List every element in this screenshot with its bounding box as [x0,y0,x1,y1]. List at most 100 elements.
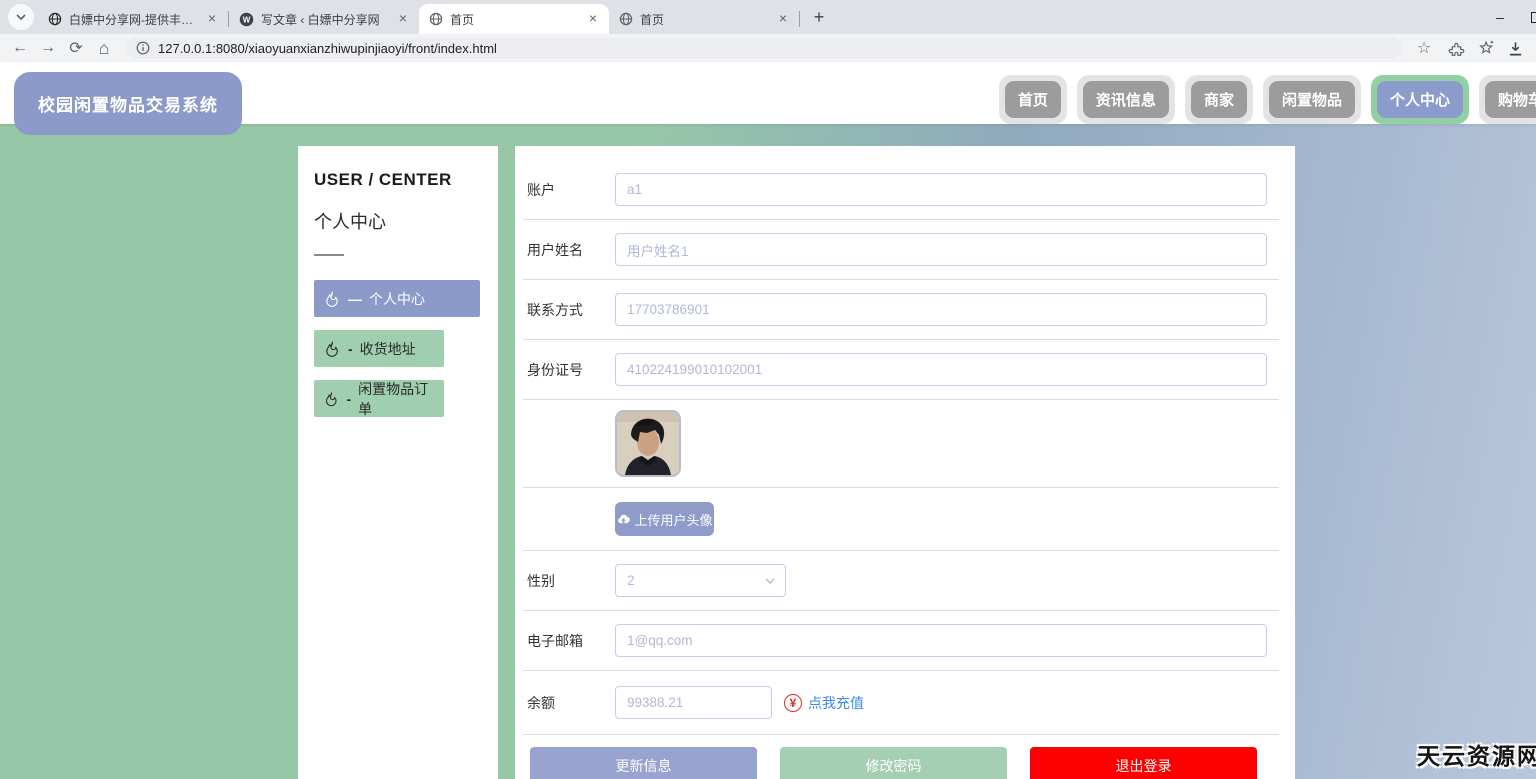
svg-text:W: W [243,15,251,24]
main-nav: 首页 资讯信息 商家 闲置物品 个人中心 购物车 [999,75,1536,124]
form-actions: 更新信息 修改密码 退出登录 [523,735,1279,779]
account-label: 账户 [523,180,615,200]
id-number-label: 身份证号 [523,360,615,380]
sidebar-item-personal-center[interactable]: — 个人中心 [314,280,480,317]
recharge-link[interactable]: 点我充值 [808,693,864,713]
close-icon[interactable]: × [585,11,601,27]
form-row-phone: 联系方式 [523,280,1279,340]
browser-toolbar: ← → ⟳ ⌂ 127.0.0.1:8080/xiaoyuanxianzhiwu… [0,34,1536,62]
site-info-icon[interactable] [136,41,150,55]
back-icon[interactable]: ← [8,37,32,59]
minimize-button[interactable]: – [1491,9,1509,25]
avatar-image [617,412,679,475]
bookmark-star-icon[interactable]: ☆ [1412,37,1436,59]
gender-select[interactable]: 2 [615,564,786,597]
home-icon[interactable]: ⌂ [92,37,116,59]
chevron-down-icon [15,11,27,23]
nav-item-personal-center[interactable]: 个人中心 [1371,75,1469,124]
site-title-badge: 校园闲置物品交易系统 [14,72,242,135]
sidebar-item-label: 闲置物品订单 [358,379,435,419]
sidebar-item-shipping-address[interactable]: - 收货地址 [314,330,444,367]
form-row-gender: 性别 2 [523,551,1279,611]
recharge-area: ¥ 点我充值 [784,693,864,713]
reading-list-star-icon[interactable] [1477,39,1495,57]
phone-label: 联系方式 [523,300,615,320]
browser-tab-1[interactable]: 白嫖中分享网-提供丰富的 Java × [38,4,228,34]
user-center-sidebar: USER / CENTER 个人中心 — 个人中心 - 收货地址 - 闲置物品订… [298,146,498,779]
address-bar[interactable]: 127.0.0.1:8080/xiaoyuanxianzhiwupinjiaoy… [126,37,1402,59]
sidebar-heading: USER / CENTER [314,170,482,190]
phone-input[interactable] [615,293,1267,326]
close-icon[interactable]: × [775,11,791,27]
tab-search-button[interactable] [8,4,34,30]
upload-avatar-button[interactable]: 上传用户头像 [615,502,714,536]
globe-icon [619,12,633,26]
sidebar-item-label: 个人中心 [369,289,425,309]
tab-title: 首页 [450,11,578,28]
email-input[interactable] [615,624,1267,657]
nav-item-merchants[interactable]: 商家 [1185,75,1253,124]
globe-icon [429,12,443,26]
nav-item-news[interactable]: 资讯信息 [1077,75,1175,124]
chevron-down-icon [764,575,776,587]
toolbar-right-icons: ☆ [1412,37,1528,59]
browser-tab-4[interactable]: 首页 × [609,4,799,34]
balance-input[interactable] [615,686,772,719]
site-header: 校园闲置物品交易系统 首页 资讯信息 商家 闲置物品 个人中心 购物车 [0,62,1536,124]
form-row-id-number: 身份证号 [523,340,1279,400]
personal-info-panel: 账户 用户姓名 联系方式 身份证号 [515,146,1295,779]
personal-info-form: 账户 用户姓名 联系方式 身份证号 [515,146,1295,779]
browser-tab-strip: 白嫖中分享网-提供丰富的 Java × W 写文章 ‹ 白嫖中分享网 × 首页 … [0,0,1536,34]
account-input[interactable] [615,173,1267,206]
flame-icon [323,340,341,358]
form-row-upload: 上传用户头像 [523,488,1279,551]
nav-item-idle-goods[interactable]: 闲置物品 [1263,75,1361,124]
form-row-username: 用户姓名 [523,220,1279,280]
flame-icon [323,290,341,308]
sidebar-subheading: 个人中心 [314,208,482,234]
wordpress-icon: W [239,12,254,27]
user-avatar [615,410,681,477]
tab-title: 白嫖中分享网-提供丰富的 Java [69,11,197,28]
nav-item-home[interactable]: 首页 [999,75,1067,124]
tab-title: 首页 [640,11,768,28]
update-info-button[interactable]: 更新信息 [530,747,757,779]
cloud-upload-icon [616,512,631,527]
browser-tab-2[interactable]: W 写文章 ‹ 白嫖中分享网 × [229,4,419,34]
logout-button[interactable]: 退出登录 [1030,747,1257,779]
username-label: 用户姓名 [523,240,615,260]
id-number-input[interactable] [615,353,1267,386]
download-icon[interactable] [1507,40,1524,57]
gender-value: 2 [627,573,635,588]
gender-label: 性别 [523,571,615,591]
maximize-button[interactable] [1531,12,1536,23]
balance-label: 余额 [523,693,615,713]
change-password-button[interactable]: 修改密码 [780,747,1007,779]
sidebar-divider [314,254,344,256]
page-background: USER / CENTER 个人中心 — 个人中心 - 收货地址 - 闲置物品订… [0,124,1536,779]
url-text[interactable]: 127.0.0.1:8080/xiaoyuanxianzhiwupinjiaoy… [158,41,497,56]
form-row-balance: 余额 ¥ 点我充值 [523,671,1279,735]
email-label: 电子邮箱 [523,631,615,651]
reload-icon[interactable]: ⟳ [64,37,88,59]
form-row-account: 账户 [523,160,1279,220]
username-input[interactable] [615,233,1267,266]
window-controls: – [1491,0,1536,34]
forward-icon[interactable]: → [36,37,60,59]
tab-title: 写文章 ‹ 白嫖中分享网 [261,11,388,28]
close-icon[interactable]: × [204,11,220,27]
sidebar-item-idle-goods-orders[interactable]: - 闲置物品订单 [314,380,444,417]
new-tab-button[interactable]: + [806,4,832,30]
flame-icon [323,390,339,408]
nav-item-cart[interactable]: 购物车 [1479,75,1536,124]
yen-circle-icon: ¥ [784,694,802,712]
watermark-text: 天云资源网 [1417,737,1536,771]
close-icon[interactable]: × [395,11,411,27]
browser-tab-3-active[interactable]: 首页 × [419,4,609,34]
globe-icon [48,12,62,26]
form-row-email: 电子邮箱 [523,611,1279,671]
tab-separator [799,11,800,27]
extensions-icon[interactable] [1448,40,1465,57]
sidebar-item-label: 收货地址 [360,339,416,359]
form-row-avatar [523,400,1279,488]
